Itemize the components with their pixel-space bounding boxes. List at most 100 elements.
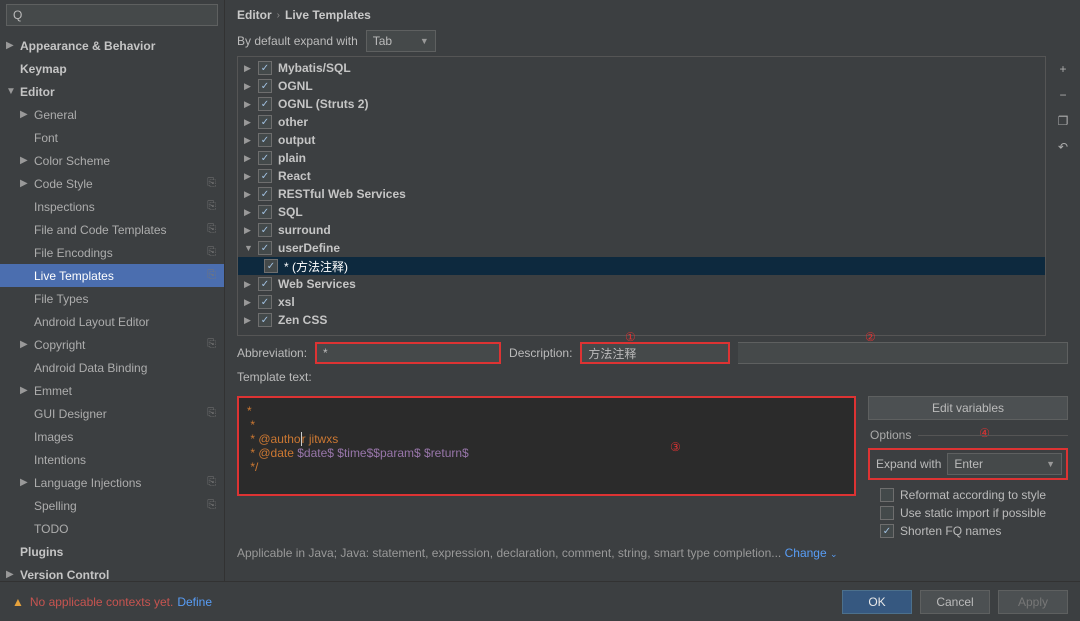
arrow-icon: ▶ xyxy=(244,117,258,128)
change-link[interactable]: Change xyxy=(785,546,827,560)
group-item[interactable]: ▶✓ surround xyxy=(238,221,1045,239)
description-input[interactable] xyxy=(580,342,730,364)
expand-with-label: Expand with xyxy=(876,457,941,471)
group-label: SQL xyxy=(278,205,303,219)
group-label: surround xyxy=(278,223,331,237)
arrow-icon: ▶ xyxy=(244,279,258,290)
expand-with-select[interactable]: Enter ▼ xyxy=(947,453,1062,475)
sidebar-item-font[interactable]: Font xyxy=(0,126,224,149)
apply-button[interactable]: Apply xyxy=(998,590,1068,614)
sidebar-item-keymap[interactable]: Keymap xyxy=(0,57,224,80)
sidebar-item-file-encodings[interactable]: File Encodings⎘ xyxy=(0,241,224,264)
remove-icon[interactable]: − xyxy=(1059,88,1066,102)
group-checkbox[interactable]: ✓ xyxy=(258,295,272,309)
default-expand-label: By default expand with xyxy=(237,34,358,48)
arrow-icon: ▼ xyxy=(6,86,20,97)
sidebar-item-todo[interactable]: TODO xyxy=(0,517,224,540)
sidebar-item-intentions[interactable]: Intentions xyxy=(0,448,224,471)
shorten-fq-checkbox[interactable]: ✓ xyxy=(880,524,894,538)
group-item[interactable]: ▶✓Zen CSS xyxy=(238,311,1045,329)
abbreviation-input[interactable] xyxy=(315,342,501,364)
static-import-checkbox[interactable] xyxy=(880,506,894,520)
group-item[interactable]: ▶✓Web Services xyxy=(238,275,1045,293)
sidebar-item-gui-designer[interactable]: GUI Designer⎘ xyxy=(0,402,224,425)
sidebar-item-label: Editor xyxy=(20,85,224,99)
group-checkbox[interactable]: ✓ xyxy=(258,241,272,255)
ok-button[interactable]: OK xyxy=(842,590,912,614)
define-link[interactable]: Define xyxy=(177,595,212,609)
reformat-checkbox[interactable] xyxy=(880,488,894,502)
sidebar-item-language-injections[interactable]: ▶Language Injections⎘ xyxy=(0,471,224,494)
sidebar-item-label: Code Style xyxy=(34,177,224,191)
sidebar-item-inspections[interactable]: Inspections⎘ xyxy=(0,195,224,218)
expand-with-value: Enter xyxy=(954,457,983,471)
sidebar-item-images[interactable]: Images xyxy=(0,425,224,448)
group-checkbox[interactable]: ✓ xyxy=(258,223,272,237)
template-groups-list[interactable]: ▶✓Mybatis/SQL▶✓OGNL▶✓OGNL (Struts 2)▶✓ot… xyxy=(237,56,1046,336)
duplicate-icon[interactable]: ❐ xyxy=(1058,114,1069,128)
group-label: OGNL xyxy=(278,79,313,93)
group-label: Mybatis/SQL xyxy=(278,61,351,75)
sidebar-item-file-and-code-templates[interactable]: File and Code Templates⎘ xyxy=(0,218,224,241)
group-item[interactable]: ▶✓ OGNL xyxy=(238,77,1045,95)
edit-variables-button[interactable]: Edit variables xyxy=(868,396,1068,420)
sidebar-item-editor[interactable]: ▼Editor xyxy=(0,80,224,103)
sidebar-item-label: Intentions xyxy=(34,453,224,467)
group-checkbox[interactable]: ✓ xyxy=(258,61,272,75)
group-checkbox[interactable]: ✓ xyxy=(264,259,278,273)
default-expand-select[interactable]: Tab ▼ xyxy=(366,30,436,52)
sidebar-item-appearance-behavior[interactable]: ▶Appearance & Behavior xyxy=(0,34,224,57)
group-item[interactable]: ▶✓Mybatis/SQL xyxy=(238,59,1045,77)
group-checkbox[interactable]: ✓ xyxy=(258,187,272,201)
group-item[interactable]: ▶✓OGNL (Struts 2) xyxy=(238,95,1045,113)
sidebar-item-version-control[interactable]: ▶Version Control xyxy=(0,563,224,581)
group-item[interactable]: ▶✓output xyxy=(238,131,1045,149)
group-checkbox[interactable]: ✓ xyxy=(258,169,272,183)
arrow-icon: ▶ xyxy=(244,81,258,92)
search-input[interactable] xyxy=(6,4,218,26)
group-checkbox[interactable]: ✓ xyxy=(258,313,272,327)
arrow-icon: ▶ xyxy=(244,153,258,164)
sidebar-item-file-types[interactable]: File Types xyxy=(0,287,224,310)
group-item[interactable]: ▶✓other xyxy=(238,113,1045,131)
group-label: * (方法注释) xyxy=(284,258,348,275)
group-checkbox[interactable]: ✓ xyxy=(258,97,272,111)
group-item[interactable]: ▼✓ userDefine xyxy=(238,239,1045,257)
sidebar-item-android-data-binding[interactable]: Android Data Binding xyxy=(0,356,224,379)
sidebar-item-copyright[interactable]: ▶Copyright⎘ xyxy=(0,333,224,356)
sidebar-item-emmet[interactable]: ▶Emmet xyxy=(0,379,224,402)
group-checkbox[interactable]: ✓ xyxy=(258,79,272,93)
group-item[interactable]: ✓ * (方法注释) xyxy=(238,257,1045,275)
sidebar-item-label: Spelling xyxy=(34,499,224,513)
add-icon[interactable]: + xyxy=(1059,62,1066,76)
arrow-icon: ▶ xyxy=(244,225,258,236)
group-label: userDefine xyxy=(278,241,340,255)
template-text-area[interactable]: * * * @author jitwxs * @date $date$ $tim… xyxy=(237,396,856,496)
sidebar-item-spelling[interactable]: Spelling⎘ xyxy=(0,494,224,517)
revert-icon[interactable]: ↶ xyxy=(1058,140,1068,154)
copy-icon: ⎘ xyxy=(207,200,216,213)
arrow-icon: ▼ xyxy=(244,243,258,253)
group-checkbox[interactable]: ✓ xyxy=(258,133,272,147)
group-item[interactable]: ▶✓plain xyxy=(238,149,1045,167)
settings-tree[interactable]: ▶Appearance & BehaviorKeymap▼Editor▶Gene… xyxy=(0,30,224,581)
group-item[interactable]: ▶✓RESTful Web Services xyxy=(238,185,1045,203)
group-checkbox[interactable]: ✓ xyxy=(258,151,272,165)
group-checkbox[interactable]: ✓ xyxy=(258,205,272,219)
sidebar-item-general[interactable]: ▶General xyxy=(0,103,224,126)
sidebar-item-android-layout-editor[interactable]: Android Layout Editor xyxy=(0,310,224,333)
sidebar-item-label: Android Data Binding xyxy=(34,361,224,375)
group-checkbox[interactable]: ✓ xyxy=(258,277,272,291)
arrow-icon: ▶ xyxy=(20,178,34,189)
description-input-ext[interactable] xyxy=(738,342,1068,364)
sidebar-item-code-style[interactable]: ▶Code Style⎘ xyxy=(0,172,224,195)
cancel-button[interactable]: Cancel xyxy=(920,590,990,614)
sidebar-item-color-scheme[interactable]: ▶Color Scheme xyxy=(0,149,224,172)
sidebar-item-plugins[interactable]: Plugins xyxy=(0,540,224,563)
group-item[interactable]: ▶✓SQL xyxy=(238,203,1045,221)
sidebar-item-label: Emmet xyxy=(34,384,224,398)
group-checkbox[interactable]: ✓ xyxy=(258,115,272,129)
group-item[interactable]: ▶✓xsl xyxy=(238,293,1045,311)
group-item[interactable]: ▶✓React xyxy=(238,167,1045,185)
sidebar-item-live-templates[interactable]: Live Templates⎘ xyxy=(0,264,224,287)
